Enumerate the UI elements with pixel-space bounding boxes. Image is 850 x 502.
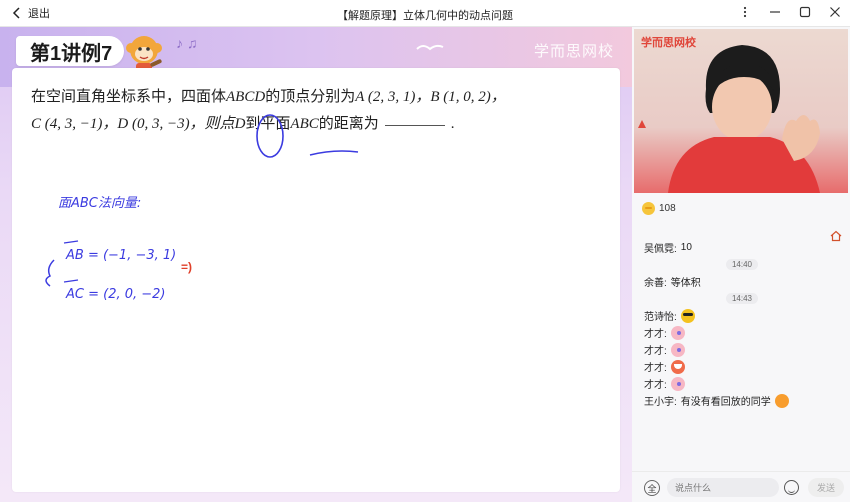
handwriting-implies-arrow: =) bbox=[181, 260, 193, 274]
flower-emoji-icon bbox=[670, 376, 685, 391]
chat-message: 吴佩霓: 10 bbox=[644, 239, 840, 256]
teacher-silhouette bbox=[668, 45, 820, 193]
handwriting-vector-ab: AB = (−1, −3, 1) bbox=[66, 248, 177, 263]
chat-user: 吴佩霓: bbox=[644, 244, 677, 255]
coin-icon bbox=[642, 202, 655, 215]
math-plane-abc: ABC bbox=[290, 116, 319, 132]
all-toggle-button[interactable]: 全 bbox=[644, 480, 660, 496]
math-points-ab: A (2, 3, 1)，B (1, 0, 2)， bbox=[355, 89, 506, 105]
problem-text-segment: 的顶点分别为 bbox=[265, 89, 356, 105]
problem-text-segment: 的距离为 bbox=[318, 116, 379, 132]
chat-timestamp: 14:40 bbox=[644, 256, 840, 273]
chat-user: 才才: bbox=[644, 363, 667, 374]
chat-message: 才才: bbox=[644, 341, 840, 358]
maximize-button[interactable] bbox=[798, 3, 812, 21]
problem-card: 在空间直角坐标系中，四面体ABCD的顶点分别为A (2, 3, 1)，B (1,… bbox=[12, 68, 620, 492]
problem-period: . bbox=[450, 116, 455, 132]
close-button[interactable] bbox=[828, 3, 842, 21]
title-bar: 退出 【解题原理】立体几何中的动点问题 bbox=[0, 0, 850, 27]
sidebar: 学而思网校 108 吴佩霓: 10 14:40 余善: 等体积 14:43 范诗怡:… bbox=[632, 27, 850, 502]
problem-text: 在空间直角坐标系中，四面体ABCD的顶点分别为A (2, 3, 1)，B (1,… bbox=[31, 84, 611, 138]
smiley-emoji-icon bbox=[774, 393, 789, 408]
minimize-button[interactable] bbox=[768, 3, 782, 21]
chat-message: 余善: 等体积 bbox=[644, 273, 840, 290]
bird-decoration-icon bbox=[416, 44, 444, 51]
problem-text-segment: 在空间直角坐标系中，四面体 bbox=[31, 89, 227, 105]
answer-blank bbox=[384, 125, 445, 126]
timestamp-label: 14:43 bbox=[725, 293, 759, 304]
math-abcd: ABCD bbox=[226, 89, 266, 105]
chat-user: 才才: bbox=[644, 380, 667, 391]
chat-user: 王小宇: bbox=[644, 397, 677, 408]
emoji-picker-icon[interactable] bbox=[784, 480, 799, 495]
chat-message: 才才: bbox=[644, 375, 840, 392]
like-count: 108 bbox=[659, 203, 676, 214]
more-button[interactable] bbox=[738, 3, 752, 21]
math-point-d: D bbox=[234, 116, 246, 132]
more-vertical-icon bbox=[743, 6, 747, 18]
chat-user: 范诗怡: bbox=[644, 312, 677, 323]
chat-user: 才才: bbox=[644, 329, 667, 340]
like-counter[interactable]: 108 bbox=[642, 202, 676, 215]
brand-watermark: 学而思网校 bbox=[533, 43, 614, 60]
flower-emoji-icon bbox=[670, 342, 685, 357]
chat-text: 等体积 bbox=[670, 278, 701, 289]
video-brand-label: 学而思网校 bbox=[641, 37, 696, 49]
chat-user: 余善: bbox=[644, 278, 667, 289]
send-button[interactable]: 发送 bbox=[808, 478, 844, 497]
chat-text: 10 bbox=[680, 242, 692, 253]
problem-text-segment: 到平面 bbox=[245, 116, 291, 132]
chat-list: 吴佩霓: 10 14:40 余善: 等体积 14:43 范诗怡: 才才: 才才: 才… bbox=[644, 239, 840, 409]
lesson-tag: 第1讲例7 bbox=[16, 36, 125, 66]
chat-message: 才才: bbox=[644, 358, 840, 375]
maximize-icon bbox=[799, 6, 811, 18]
window-title: 【解题原理】立体几何中的动点问题 bbox=[337, 10, 513, 22]
handwriting-normal-vector-heading: 面ABC法向量: bbox=[58, 196, 142, 211]
timestamp-label: 14:40 bbox=[725, 259, 759, 270]
music-notes-decoration: ♪♫ bbox=[176, 35, 202, 51]
live-badge-icon bbox=[638, 120, 646, 128]
problem-line-1: 在空间直角坐标系中，四面体ABCD的顶点分别为A (2, 3, 1)，B (1,… bbox=[31, 84, 611, 111]
sunglasses-emoji-icon bbox=[680, 308, 695, 323]
teacher-video[interactable]: 学而思网校 bbox=[634, 29, 848, 193]
chat-message: 王小宇: 有没有看回放的同学 bbox=[644, 392, 840, 409]
chat-text: 有没有看回放的同学 bbox=[680, 397, 771, 408]
problem-line-2: C (4, 3, −1)，D (0, 3, −3)，则点D到平面ABC的距离为. bbox=[31, 111, 611, 138]
math-points-cd: C (4, 3, −1)，D (0, 3, −3)，则点 bbox=[31, 116, 235, 132]
chat-user: 才才: bbox=[644, 346, 667, 357]
lesson-slide: 第1讲例7 ♪♫ 学而思网校 在空间直角坐标系中，四面体ABCD的顶点分别为A … bbox=[0, 27, 632, 502]
handwriting-vector-ac: AC = (2, 0, −2) bbox=[66, 287, 166, 302]
chat-timestamp: 14:43 bbox=[644, 290, 840, 307]
chat-message: 才才: bbox=[644, 324, 840, 341]
chat-input[interactable] bbox=[667, 478, 779, 497]
flower-emoji-icon bbox=[670, 325, 685, 340]
minimize-icon bbox=[770, 11, 780, 13]
chat-message: 范诗怡: bbox=[644, 307, 840, 324]
laughing-emoji-icon bbox=[670, 359, 685, 374]
chat-input-bar: 全 发送 bbox=[632, 471, 850, 502]
close-icon bbox=[830, 7, 840, 17]
